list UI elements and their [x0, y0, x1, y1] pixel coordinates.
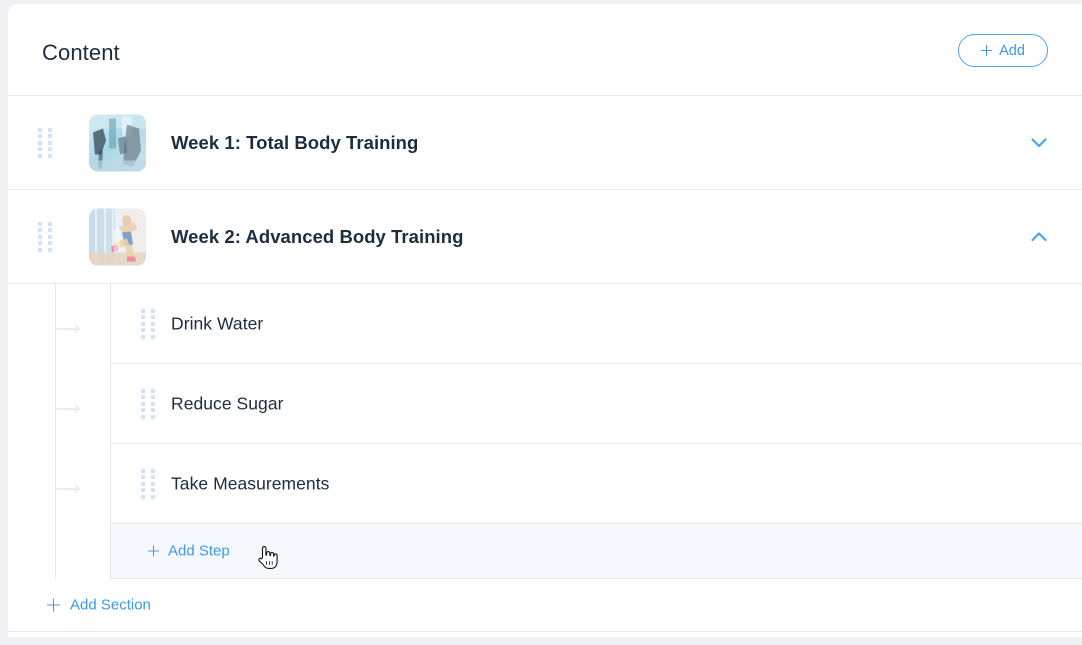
drag-handle-icon[interactable]: [141, 468, 155, 499]
add-button[interactable]: Add: [958, 34, 1048, 67]
drag-handle-icon[interactable]: [141, 308, 155, 339]
drag-handle-icon[interactable]: [141, 388, 155, 419]
step-title: Reduce Sugar: [171, 393, 284, 413]
tree-branch-arrows: [56, 324, 81, 494]
add-step-label: Add Step: [168, 542, 230, 560]
add-section-label: Add Section: [70, 596, 151, 614]
section-title: Week 2: Advanced Body Training: [171, 225, 464, 247]
add-step-content: Add Step: [148, 543, 230, 560]
section-row-week-2[interactable]: Week 2: Advanced Body Training: [8, 190, 1082, 284]
add-step-button[interactable]: Add Step: [111, 524, 1082, 579]
card-header: Content Add: [8, 4, 1082, 96]
plus-icon: [148, 545, 159, 557]
step-row[interactable]: Take Measurements: [111, 444, 1082, 524]
step-title: Drink Water: [171, 313, 264, 333]
section-thumbnail-stretch: [89, 208, 146, 265]
add-button-label: Add: [999, 42, 1025, 59]
drag-handle-icon[interactable]: [38, 127, 52, 158]
section-title: Week 1: Total Body Training: [171, 131, 419, 153]
section-thumbnail-gym: [89, 114, 146, 171]
section-row-week-1[interactable]: Week 1: Total Body Training: [8, 96, 1082, 190]
tree-connector-gutter: [8, 284, 111, 579]
chevron-down-icon[interactable]: [1028, 132, 1050, 154]
steps-area: Drink Water Reduce Sugar Take Measuremen…: [8, 284, 1082, 579]
page-title: Content: [42, 40, 120, 65]
plus-icon: [47, 598, 60, 612]
step-row[interactable]: Reduce Sugar: [111, 364, 1082, 444]
step-row[interactable]: Drink Water: [111, 284, 1082, 364]
drag-handle-icon[interactable]: [38, 221, 52, 252]
tree-trunk-line: [55, 284, 56, 579]
add-section-content: Add Section: [47, 597, 151, 614]
content-card: Content Add Week 1: Total Body Training …: [8, 4, 1082, 637]
chevron-up-icon[interactable]: [1028, 226, 1050, 248]
add-section-button[interactable]: Add Section: [8, 579, 1082, 632]
plus-icon: [981, 45, 993, 56]
step-title: Take Measurements: [171, 473, 330, 493]
